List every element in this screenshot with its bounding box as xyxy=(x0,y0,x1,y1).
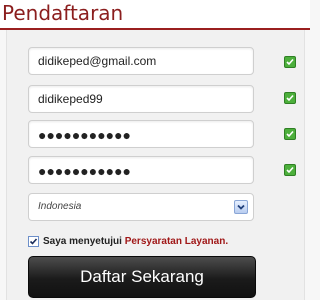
password-field[interactable]: ●●●●●●●●●●● xyxy=(28,120,254,148)
page-header: Pendaftaran xyxy=(0,0,310,30)
email-valid-check-icon xyxy=(284,56,296,68)
confirm-password-field[interactable]: ●●●●●●●●●●● xyxy=(28,156,254,184)
terms-text: Saya menyetujui xyxy=(43,236,122,247)
terms-of-service-link[interactable]: Persyaratan Layanan. xyxy=(125,236,228,247)
country-select[interactable]: Indonesia xyxy=(28,193,254,221)
chevron-down-icon[interactable] xyxy=(234,200,248,214)
terms-checkbox[interactable] xyxy=(28,236,39,247)
password-valid-check-icon xyxy=(284,128,296,140)
page-title: Pendaftaran xyxy=(2,1,124,25)
email-field[interactable]: didikeped@gmail.com xyxy=(28,47,254,75)
country-select-value: Indonesia xyxy=(38,201,82,212)
register-now-button[interactable]: Daftar Sekarang xyxy=(28,256,256,298)
username-field[interactable]: didikeped99 xyxy=(28,85,254,113)
username-valid-check-icon xyxy=(284,92,296,104)
confirm-password-valid-check-icon xyxy=(284,164,296,176)
